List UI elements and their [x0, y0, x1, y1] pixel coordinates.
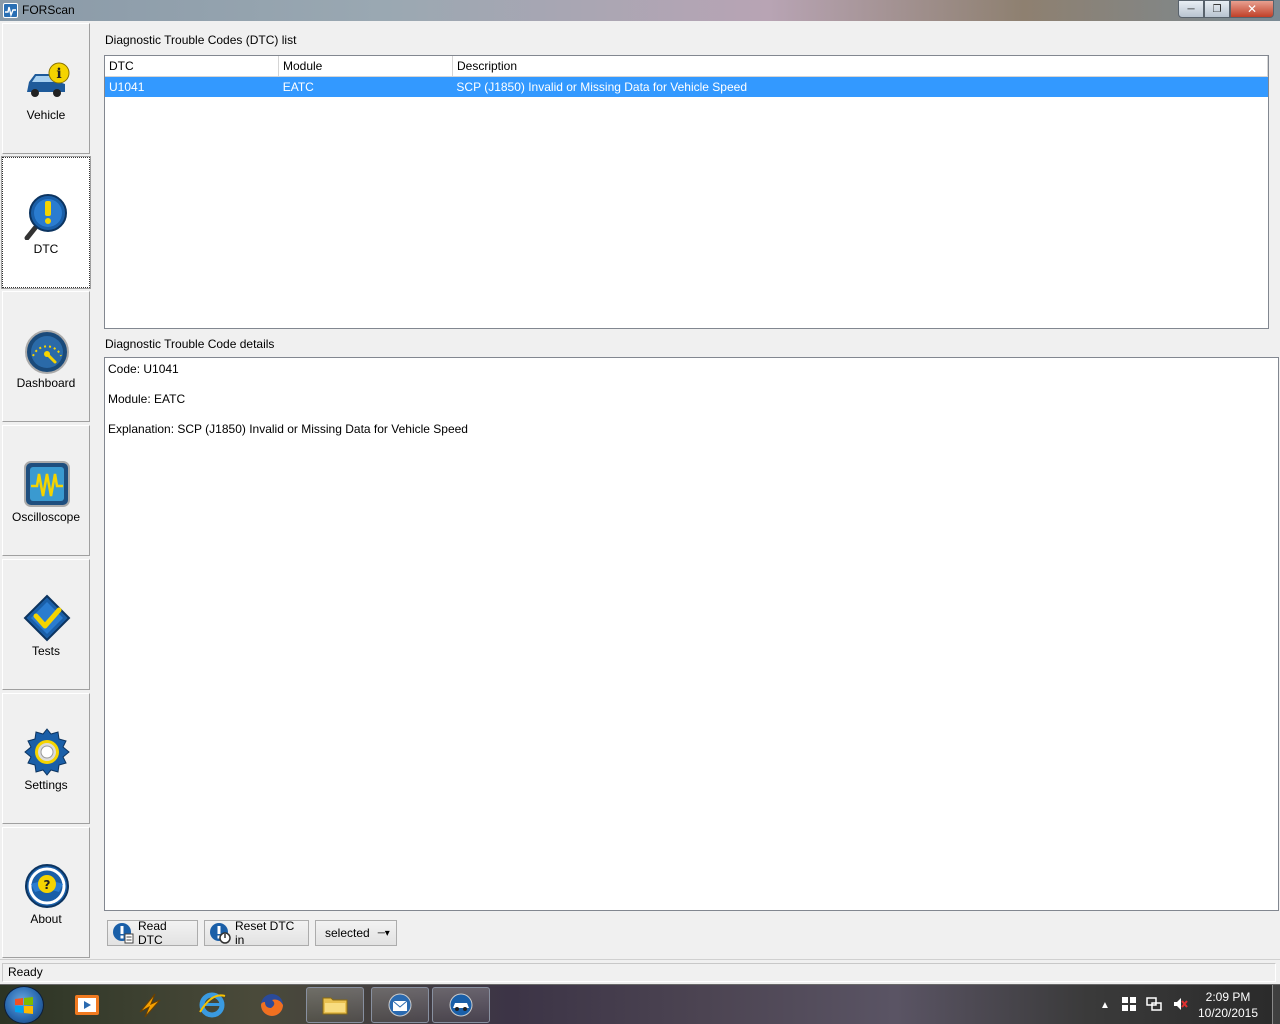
folder-icon — [322, 997, 348, 1015]
show-hidden-icons-icon[interactable]: ▲ — [1100, 1000, 1110, 1011]
status-text: Ready — [2, 963, 1276, 982]
minimize-button[interactable]: ─ — [1178, 0, 1204, 18]
media-player-icon — [75, 995, 99, 1015]
checkmark-diamond-icon — [23, 594, 71, 642]
restore-button[interactable]: ❐ — [1204, 0, 1230, 18]
read-dtc-button[interactable]: Read DTC — [107, 919, 198, 947]
firefox-icon — [261, 994, 283, 1016]
read-dtc-icon — [112, 922, 134, 944]
reset-scope-dropdown[interactable]: selected ─▾ — [315, 920, 397, 946]
close-button[interactable]: ✕ — [1230, 0, 1274, 18]
reset-scope-value: selected — [325, 926, 370, 940]
sidebar-item-oscilloscope[interactable]: Oscilloscope — [2, 425, 90, 556]
lightning-app-icon — [139, 993, 161, 1018]
sidebar: i Vehicle DTC Dashboard Oscilloscope Tes… — [0, 21, 92, 959]
taskbar-firefox[interactable] — [243, 987, 301, 1023]
dtc-magnifier-icon — [23, 192, 71, 241]
sidebar-item-label: Tests — [31, 644, 60, 658]
taskbar-file-explorer[interactable] — [306, 987, 364, 1023]
taskbar-winamp[interactable] — [121, 987, 179, 1023]
window-controls: ─ ❐ ✕ — [1178, 0, 1274, 19]
taskbar-clock[interactable]: 2:09 PM 10/20/2015 — [1190, 989, 1266, 1021]
sidebar-item-label: Settings — [24, 778, 68, 792]
column-header-description[interactable]: Description — [453, 56, 1268, 76]
action-center-icon[interactable] — [1121, 996, 1136, 1014]
window-title: FORScan — [22, 3, 75, 17]
forscan-icon — [449, 993, 473, 1017]
status-bar: Ready — [0, 959, 1280, 984]
cell-description: SCP (J1850) Invalid or Missing Data for … — [456, 80, 748, 94]
reset-dtc-label: Reset DTC in — [235, 919, 295, 947]
reset-dtc-button[interactable]: Reset DTC in — [204, 919, 309, 947]
system-tray: ▲ — [1100, 985, 1188, 1024]
dtc-list-heading: Diagnostic Trouble Codes (DTC) list — [105, 33, 297, 47]
dtc-details-panel[interactable]: Code: U1041 Module: EATC Explanation: SC… — [104, 357, 1279, 911]
start-button[interactable] — [4, 986, 44, 1024]
taskbar-media-player[interactable] — [58, 987, 116, 1023]
sidebar-item-vehicle[interactable]: i Vehicle — [2, 23, 90, 154]
oscilloscope-icon — [23, 460, 71, 508]
dropdown-arrow-icon: ─▾ — [377, 927, 390, 939]
show-desktop-button[interactable] — [1272, 985, 1280, 1024]
clock-time: 2:09 PM — [1205, 990, 1251, 1004]
gauge-icon — [23, 328, 71, 376]
sidebar-item-tests[interactable]: Tests — [2, 559, 90, 690]
app-icon — [3, 3, 18, 18]
column-header-dtc[interactable]: DTC — [105, 56, 279, 76]
network-icon[interactable] — [1146, 996, 1162, 1015]
taskbar-mail-client[interactable] — [371, 987, 429, 1023]
sidebar-item-label: DTC — [33, 242, 59, 256]
column-header-module[interactable]: Module — [279, 56, 453, 76]
gear-icon — [23, 728, 71, 776]
cell-module: EATC — [282, 80, 314, 94]
sidebar-item-label: Vehicle — [26, 108, 66, 122]
help-wheel-icon: ? — [23, 862, 71, 910]
sidebar-item-about[interactable]: ? About — [2, 827, 90, 958]
windows-logo-icon — [15, 997, 33, 1014]
car-info-icon: i — [23, 62, 71, 110]
mail-client-icon — [388, 993, 412, 1017]
taskbar: ▲ 2:09 PM 10/20/2015 — [0, 984, 1280, 1024]
clock-date: 10/20/2015 — [1197, 1006, 1259, 1020]
dtc-details-heading: Diagnostic Trouble Code details — [105, 337, 275, 351]
svg-text:?: ? — [44, 878, 51, 892]
detail-code: Code: U1041 — [108, 362, 179, 376]
read-dtc-label: Read DTC — [138, 919, 167, 947]
internet-explorer-icon — [199, 992, 226, 1018]
sidebar-item-label: Dashboard — [16, 376, 76, 390]
detail-module: Module: EATC — [108, 392, 186, 406]
sidebar-item-dtc[interactable]: DTC — [1, 156, 91, 289]
taskbar-forscan[interactable] — [432, 987, 490, 1023]
title-bar: FORScan ─ ❐ ✕ — [0, 0, 1280, 21]
volume-muted-icon[interactable] — [1172, 996, 1188, 1015]
minimize-icon: ─ — [1187, 3, 1195, 15]
sidebar-item-dashboard[interactable]: Dashboard — [2, 291, 90, 422]
sidebar-item-label: About — [30, 912, 62, 926]
sidebar-item-settings[interactable]: Settings — [2, 693, 90, 824]
table-row[interactable]: U1041 EATC SCP (J1850) Invalid or Missin… — [105, 77, 1268, 97]
taskbar-internet-explorer[interactable] — [183, 987, 241, 1023]
dtc-table[interactable]: DTC Module Description U1041 EATC SCP (J… — [104, 55, 1269, 329]
svg-text:i: i — [56, 66, 61, 82]
sidebar-item-label: Oscilloscope — [11, 510, 81, 524]
table-header: DTC Module Description — [105, 56, 1268, 77]
close-icon: ✕ — [1246, 2, 1258, 16]
main-panel: Diagnostic Trouble Codes (DTC) list DTC … — [92, 21, 1280, 959]
restore-icon: ❐ — [1212, 3, 1222, 15]
reset-dtc-icon — [209, 922, 231, 944]
detail-explanation: Explanation: SCP (J1850) Invalid or Miss… — [108, 422, 468, 436]
cell-dtc: U1041 — [109, 80, 145, 94]
